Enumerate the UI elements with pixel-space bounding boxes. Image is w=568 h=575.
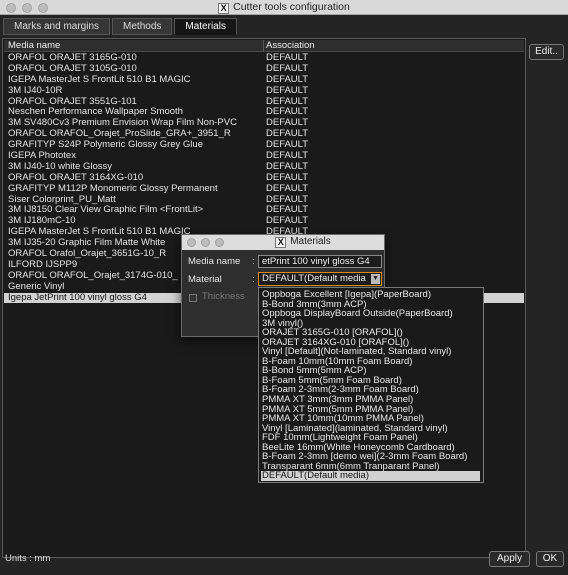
dropdown-option[interactable]: 3M vinyl() bbox=[259, 319, 483, 329]
dropdown-option[interactable]: B-Bond 3mm(3mm ACP) bbox=[259, 300, 483, 310]
table-row[interactable]: IGEPA MasterJet S FrontLit 510 B1 MAGIC D… bbox=[4, 74, 524, 86]
column-header-association[interactable]: Association bbox=[266, 40, 315, 51]
media-name-field[interactable]: etPrint 100 vinyl gloss G4 bbox=[258, 255, 382, 268]
table-row[interactable]: GRAFITYP M112P Monomeric Glossy Permanen… bbox=[4, 182, 524, 195]
dialog-titlebar: X Materials bbox=[182, 235, 384, 250]
media-name-colon: : bbox=[252, 256, 255, 267]
dialog-title: Materials bbox=[290, 236, 331, 247]
dropdown-option[interactable]: ORAJET 3164XG-010 [ORAFOL]() bbox=[259, 338, 483, 348]
dropdown-option[interactable]: PMMA XT 3mm(3mm PMMA Panel) bbox=[259, 395, 483, 405]
table-header: Media name Association bbox=[4, 40, 524, 52]
dropdown-option[interactable]: PMMA XT 5mm(5mm PMMA Panel) bbox=[259, 405, 483, 415]
thickness-checkbox[interactable] bbox=[189, 294, 197, 302]
units-status: Units : mm bbox=[5, 553, 51, 564]
edit-button[interactable]: Edit.. bbox=[529, 44, 564, 60]
tab-materials[interactable]: Materials bbox=[174, 18, 237, 35]
thickness-label: Thickness bbox=[202, 291, 245, 302]
material-colon: : bbox=[252, 274, 255, 285]
dropdown-option[interactable]: FDF 10mm(Lightweight Foam Panel) bbox=[259, 433, 483, 443]
dropdown-option[interactable]: Vinyl [Laminated](laminated, Standard vi… bbox=[259, 424, 483, 434]
dropdown-option[interactable]: B-Foam 10mm(10mm Foam Board) bbox=[259, 357, 483, 367]
dropdown-option[interactable]: B-Foam 2-3mm [demo wei](2-3mm Foam Board… bbox=[259, 452, 483, 462]
window-title-text: Cutter tools configuration bbox=[233, 1, 350, 13]
x11-app-icon: X bbox=[218, 3, 230, 14]
table-row[interactable]: 3M IJ8150 Clear View Graphic Film <Front… bbox=[4, 205, 524, 216]
table-row[interactable]: 3M IJ40-10R DEFAULT bbox=[4, 84, 524, 97]
dropdown-option[interactable]: BeeLite 16mm(White Honeycomb Cardboard) bbox=[259, 443, 483, 453]
dropdown-option[interactable]: B-Foam 2-3mm(2-3mm Foam Board) bbox=[259, 385, 483, 395]
association-cell: DEFAULT bbox=[266, 182, 309, 194]
media-name-cell: GRAFITYP M112P Monomeric Glossy Permanen… bbox=[8, 182, 218, 194]
media-name-cell: 3M IJ40-10R bbox=[8, 84, 63, 96]
material-dropdown-list[interactable]: Oppboga Excellent [Igepa](PaperBoard) B-B… bbox=[258, 287, 484, 483]
column-divider[interactable] bbox=[263, 40, 264, 52]
material-label: Material bbox=[188, 274, 222, 285]
dropdown-option[interactable]: ORAJET 3165G-010 [ORAFOL]() bbox=[259, 328, 483, 338]
dropdown-option[interactable]: PMMA XT 10mm(10mm PMMA Panel) bbox=[259, 414, 483, 424]
tab-marks-and-margins[interactable]: Marks and margins bbox=[3, 18, 111, 35]
media-name-cell: Igepa JetPrint 100 vinyl gloss G4 bbox=[8, 291, 147, 303]
tab-methods[interactable]: Methods bbox=[112, 18, 173, 35]
dropdown-option[interactable]: DEFAULT(Default media) bbox=[261, 471, 480, 481]
media-name-label: Media name bbox=[188, 256, 241, 267]
column-header-media-name[interactable]: Media name bbox=[8, 40, 60, 51]
table-row[interactable]: GRAFITYP S24P Polymeric Glossy Grey Glue… bbox=[4, 139, 524, 151]
media-name-cell: Generic Vinyl bbox=[8, 280, 65, 292]
dropdown-option[interactable]: Oppboga DisplayBoard Outside(PaperBoard) bbox=[259, 309, 483, 319]
dropdown-option[interactable]: B-Foam 5mm(5mm Foam Board) bbox=[259, 376, 483, 386]
dropdown-option[interactable]: B-Bond 5mm(5mm ACP) bbox=[259, 366, 483, 376]
x11-app-icon: X bbox=[275, 237, 287, 248]
chevron-down-icon[interactable]: ▼ bbox=[371, 274, 380, 284]
dropdown-option[interactable]: Transparant 6mm(6mm Tranparant Panel) bbox=[259, 462, 483, 472]
material-select-value: DEFAULT(Default media bbox=[262, 273, 366, 284]
tab-bar: Marks and margins Methods Materials bbox=[3, 18, 239, 35]
dropdown-option[interactable]: Oppboga Excellent [Igepa](PaperBoard) bbox=[259, 290, 483, 300]
ok-button[interactable]: OK bbox=[536, 551, 564, 567]
material-select[interactable]: DEFAULT(Default media ▼ bbox=[258, 272, 382, 286]
window-title: X Cutter tools configuration bbox=[0, 1, 568, 14]
apply-button[interactable]: Apply bbox=[489, 551, 530, 567]
association-cell: DEFAULT bbox=[266, 84, 309, 96]
window-titlebar: X Cutter tools configuration bbox=[0, 0, 568, 15]
dropdown-option[interactable]: Vinyl [Default](Not-laminated, Standard … bbox=[259, 347, 483, 357]
